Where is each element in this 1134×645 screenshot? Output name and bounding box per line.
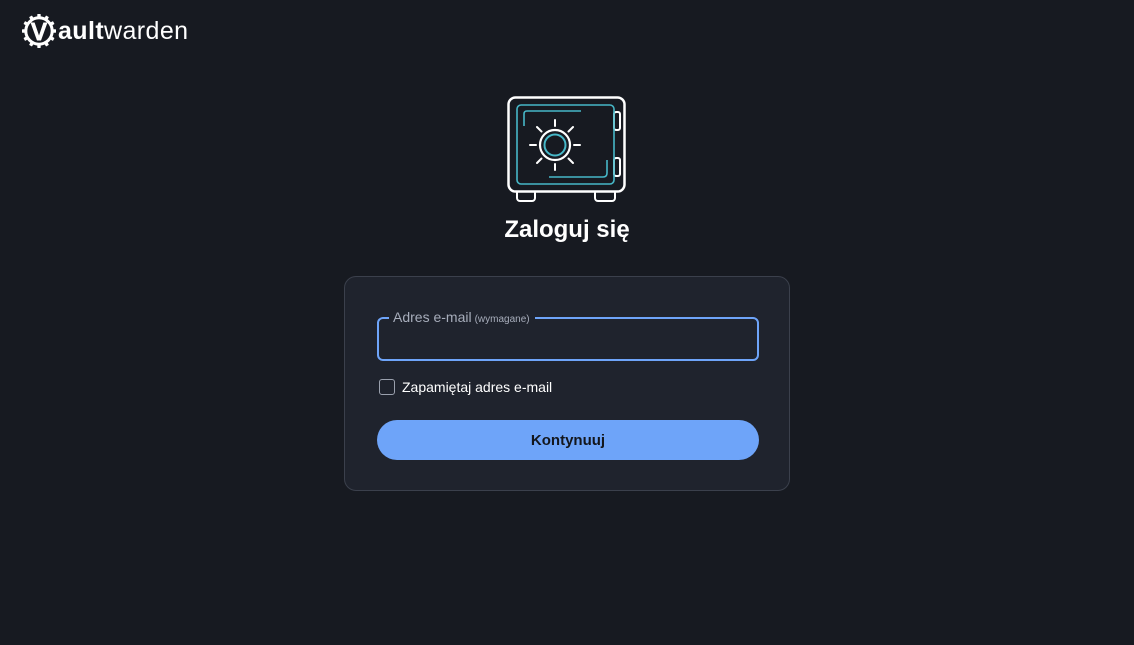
- logo-wordmark-light: warden: [104, 17, 189, 45]
- email-field-label: Adres e-mail: [393, 309, 472, 325]
- vaultwarden-logo[interactable]: aultwarden: [21, 13, 188, 49]
- login-card: Adres e-mail (wymagane) Zapamiętaj adres …: [344, 276, 790, 491]
- vaultwarden-gear-logo-icon: [22, 14, 56, 48]
- email-field[interactable]: Adres e-mail (wymagane): [377, 309, 759, 361]
- continue-button[interactable]: Kontynuuj: [377, 420, 759, 460]
- login-hero: Zaloguj się: [0, 96, 1134, 247]
- page-title: Zaloguj się: [504, 216, 630, 243]
- email-input[interactable]: [391, 327, 749, 353]
- email-field-legend: Adres e-mail (wymagane): [389, 309, 535, 325]
- remember-email-checkbox[interactable]: [379, 379, 395, 395]
- header: aultwarden: [21, 12, 188, 50]
- safe-icon: [507, 96, 626, 202]
- logo-wordmark: aultwarden: [58, 19, 188, 44]
- remember-email-row[interactable]: Zapamiętaj adres e-mail: [379, 379, 552, 395]
- email-required-hint: (wymagane): [474, 314, 530, 325]
- remember-email-label[interactable]: Zapamiętaj adres e-mail: [402, 379, 552, 395]
- logo-wordmark-bold: ault: [58, 17, 105, 45]
